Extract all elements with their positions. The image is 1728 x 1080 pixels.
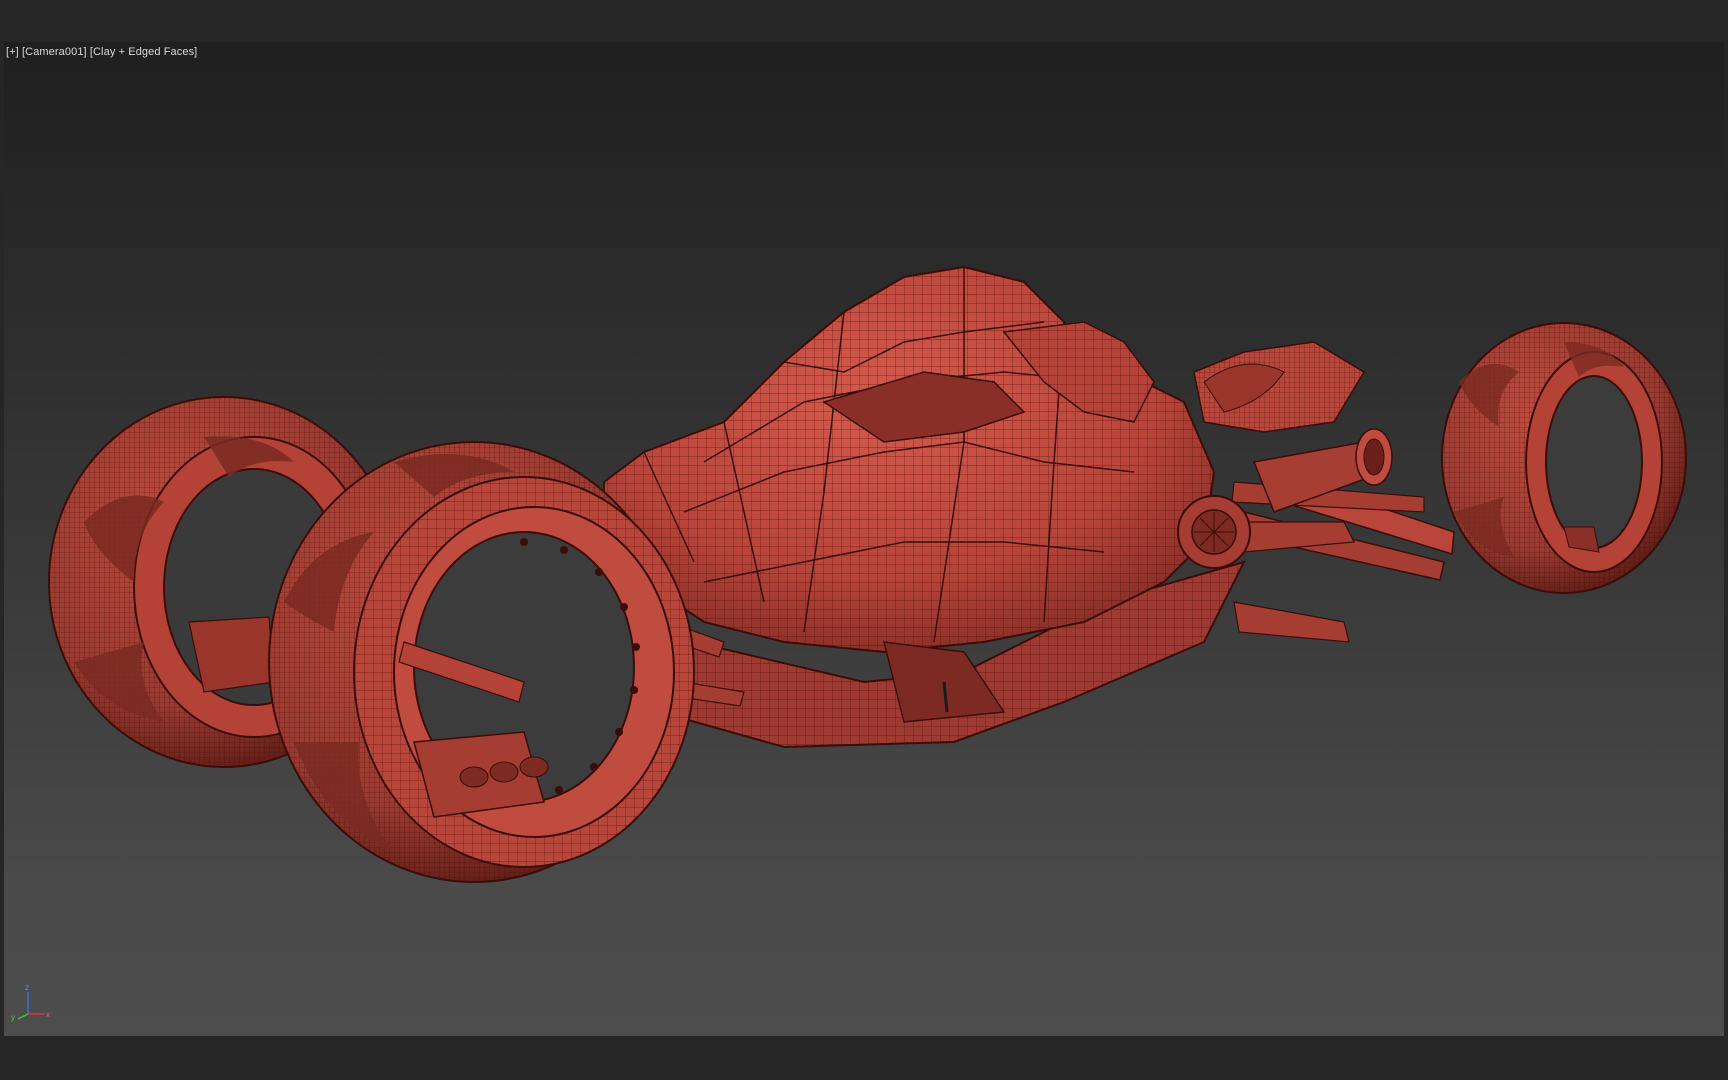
top-frame: [0, 0, 1728, 42]
camera-viewport[interactable]: [+] [Camera001] [Clay + Edged Faces] z x…: [4, 42, 1724, 1036]
trike-3d-model[interactable]: [4, 42, 1724, 1036]
rear-wheel-right: [1441, 322, 1687, 594]
axis-z-label: z: [25, 983, 29, 992]
axis-gizmo-icon: z x y: [10, 982, 54, 1022]
bottom-frame: [0, 1036, 1728, 1080]
axis-x-label: x: [46, 1010, 50, 1019]
axis-y-label: y: [11, 1013, 15, 1022]
